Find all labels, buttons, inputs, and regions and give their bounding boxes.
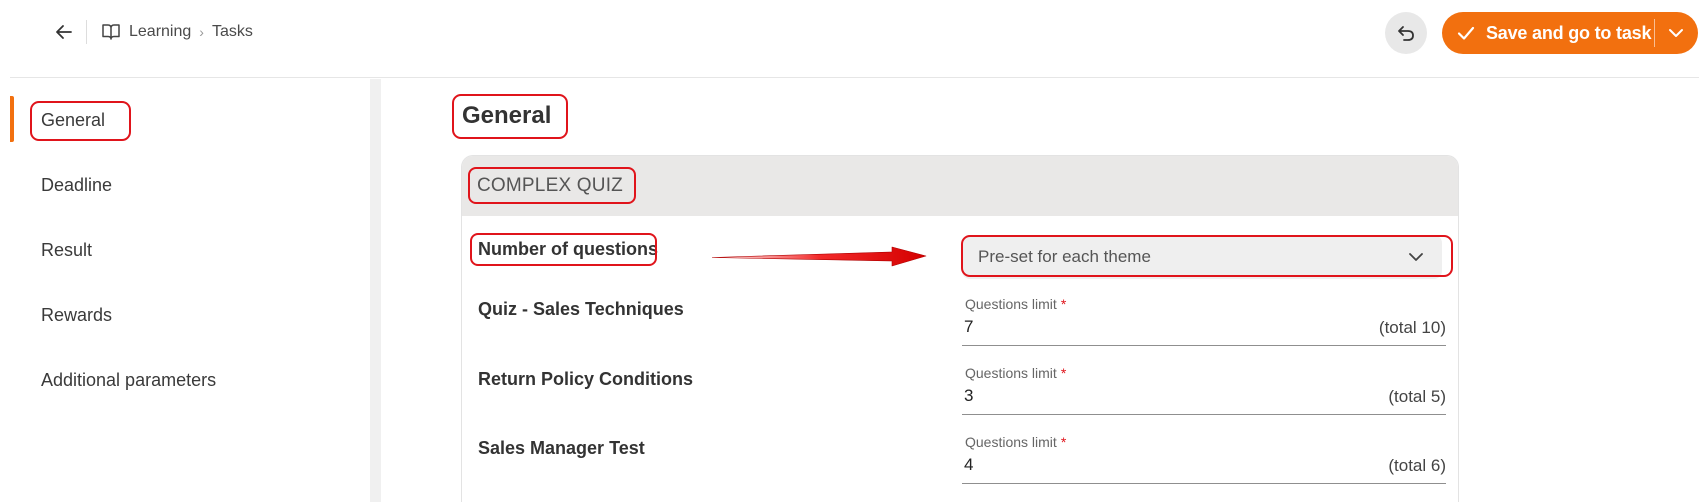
questions-limit-field[interactable]: Questions limit* (total 6) [962,434,1446,484]
top-bar: Learning › Tasks Save and go to task [10,0,1699,78]
save-button-divider [1654,19,1655,47]
required-marker: * [1060,434,1067,450]
chevron-down-icon [1408,249,1424,265]
sidebar-item-label: Additional parameters [41,369,217,390]
field-label: Questions limit * [965,434,1066,450]
back-button[interactable] [44,18,84,46]
questions-limit-input[interactable] [964,386,1264,406]
questions-limit-field[interactable]: Questions limit* (total 5) [962,365,1446,415]
sidebar-item-label: General [41,109,106,130]
theme-name: Return Policy Conditions [478,369,694,389]
field-label-text: Questions limit [965,434,1057,450]
total-count: (total 6) [1388,456,1446,475]
field-label: Questions limit * [965,365,1066,381]
sidebar-item-rewards[interactable]: Rewards [41,300,112,330]
arrow-left-icon [56,25,72,39]
complex-quiz-card: COMPLEX QUIZ Number of questions Pre-set… [461,155,1459,502]
page-title: General [462,102,552,129]
required-marker: * [1060,296,1067,312]
sidebar-item-deadline[interactable]: Deadline [41,170,112,200]
sidebar-item-result[interactable]: Result [41,235,92,265]
sidebar-item-additional-parameters[interactable]: Additional parameters [41,365,216,395]
field-label-text: Questions limit [965,296,1057,312]
sidebar-item-label: Deadline [41,174,113,195]
sidebar-divider [370,79,381,502]
questions-limit-input[interactable] [964,455,1264,475]
number-of-questions-select[interactable]: Pre-set for each theme [962,235,1442,279]
breadcrumb: Learning › Tasks [101,18,253,46]
annotation-arrow [711,245,928,269]
required-marker: * [1060,365,1067,381]
sidebar-item-general-label[interactable]: General [41,105,105,135]
theme-name: Sales Manager Test [478,438,645,458]
sidebar: General [10,79,370,502]
save-and-go-to-task-button[interactable]: Save and go to task [1442,12,1698,54]
save-options-dropdown[interactable] [1664,22,1688,44]
field-label-text: Questions limit [965,365,1057,381]
card-header: COMPLEX QUIZ [462,156,1458,216]
book-icon [102,24,120,40]
check-icon [1456,22,1478,44]
sidebar-item-label: Result [41,239,93,260]
section-title: COMPLEX QUIZ [477,175,623,196]
theme-name: Quiz - Sales Techniques [478,299,684,319]
chevron-down-icon [1669,29,1683,37]
field-label: Questions limit * [965,296,1066,312]
save-button-label: Save and go to task [1486,22,1652,43]
breadcrumb-separator-icon: › [199,24,204,40]
questions-limit-field[interactable]: Questions limit* (total 10) [962,296,1446,346]
total-count: (total 10) [1378,318,1446,337]
select-value: Pre-set for each theme [978,247,1151,266]
sidebar-item-label: Rewards [41,304,113,325]
divider [86,20,87,44]
breadcrumb-item-learning[interactable]: Learning [129,23,191,41]
total-count: (total 5) [1388,387,1446,406]
number-of-questions-label: Number of questions [478,239,659,259]
undo-button[interactable] [1385,12,1427,54]
breadcrumb-item-tasks[interactable]: Tasks [212,23,253,41]
undo-icon [1398,26,1414,41]
active-indicator [10,96,14,142]
questions-limit-input[interactable] [964,317,1264,337]
